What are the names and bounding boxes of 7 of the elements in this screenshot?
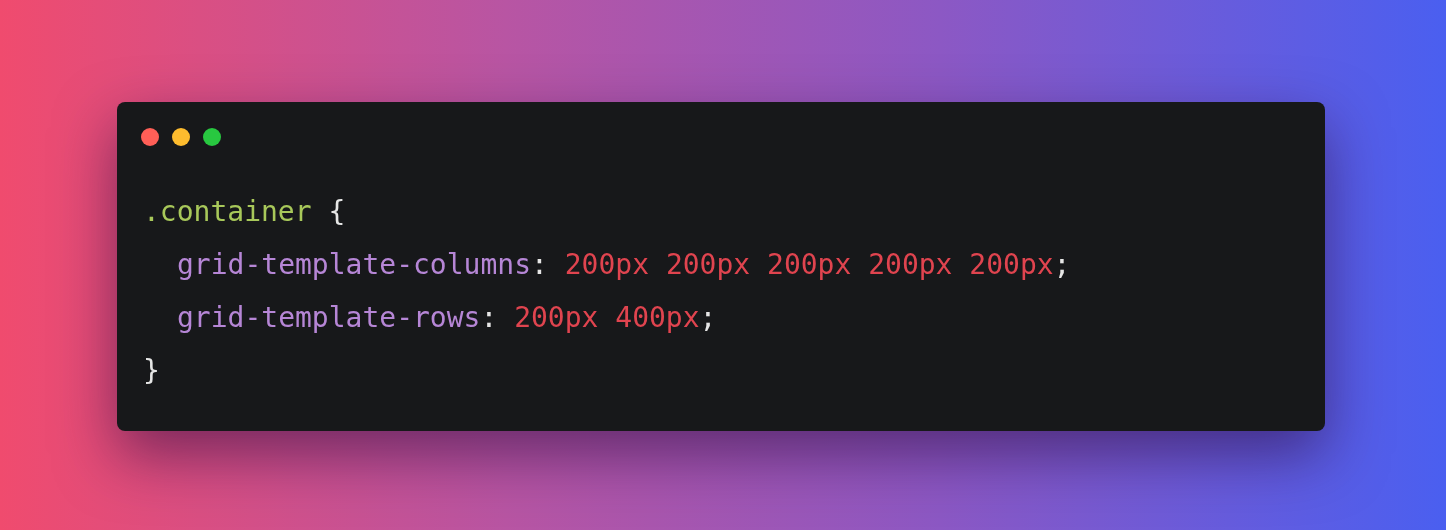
window-control-dot[interactable] bbox=[141, 128, 159, 146]
code-line: } bbox=[143, 353, 160, 389]
window-control-dot[interactable] bbox=[172, 128, 190, 146]
code-line: .container { bbox=[143, 194, 346, 230]
code-line: grid-template-columns: 200px 200px 200px 200px 200px; bbox=[176, 247, 1071, 283]
window-control-dot[interactable] bbox=[203, 128, 221, 146]
code-line: grid-template-rows: 200px 400px; bbox=[176, 300, 717, 336]
